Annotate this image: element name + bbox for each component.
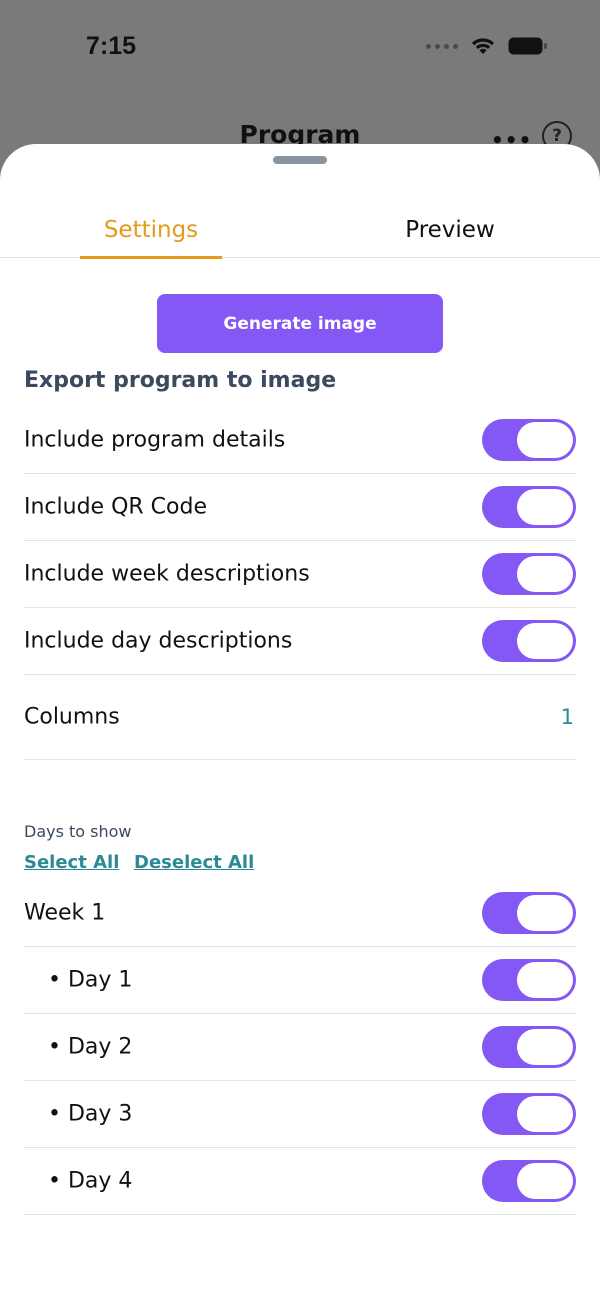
export-sheet: Settings Preview Generate image Export p…: [0, 144, 600, 1304]
sheet-grabber[interactable]: [273, 156, 327, 164]
tab-bar: Settings Preview: [0, 200, 600, 259]
option-label: Include day descriptions: [24, 628, 293, 654]
day-row-day-3: • Day 3: [24, 1081, 576, 1148]
option-row-program-details: Include program details: [24, 407, 576, 474]
toggle-day-4[interactable]: [482, 1160, 576, 1202]
day-row-day-2: • Day 2: [24, 1014, 576, 1081]
week-label: Week 1: [24, 900, 106, 926]
day-label: • Day 2: [48, 1034, 133, 1060]
cellular-dots-icon: [426, 43, 458, 49]
battery-icon: [508, 36, 548, 56]
toggle-qr-code[interactable]: [482, 486, 576, 528]
toggle-week-descriptions[interactable]: [482, 553, 576, 595]
toggle-day-2[interactable]: [482, 1026, 576, 1068]
toggle-week-1[interactable]: [482, 892, 576, 934]
select-all-link[interactable]: Select All: [24, 852, 119, 873]
toggle-day-1[interactable]: [482, 959, 576, 1001]
deselect-all-link[interactable]: Deselect All: [134, 852, 254, 873]
day-row-day-4: • Day 4: [24, 1148, 576, 1215]
toggle-day-3[interactable]: [482, 1093, 576, 1135]
option-label: Include QR Code: [24, 494, 207, 520]
tab-preview[interactable]: Preview: [390, 200, 510, 258]
status-time: 7:15: [86, 32, 137, 60]
columns-label: Columns: [24, 704, 120, 730]
option-row-day-descriptions: Include day descriptions: [24, 608, 576, 675]
columns-value[interactable]: 1: [561, 705, 574, 729]
day-label: • Day 4: [48, 1168, 133, 1194]
status-bar: 7:15: [0, 0, 600, 100]
toggle-program-details[interactable]: [482, 419, 576, 461]
option-label: Include program details: [24, 427, 286, 453]
option-row-week-descriptions: Include week descriptions: [24, 541, 576, 608]
days-caption: Days to show: [24, 822, 132, 841]
columns-row[interactable]: Columns 1: [24, 675, 576, 760]
day-row-day-1: • Day 1: [24, 947, 576, 1014]
day-label: • Day 3: [48, 1101, 133, 1127]
toggle-day-descriptions[interactable]: [482, 620, 576, 662]
generate-image-button[interactable]: Generate image: [157, 294, 443, 353]
wifi-icon: [470, 36, 496, 56]
status-icons: [426, 36, 548, 56]
option-row-qr-code: Include QR Code: [24, 474, 576, 541]
tab-settings[interactable]: Settings: [80, 200, 222, 259]
day-label: • Day 1: [48, 967, 133, 993]
section-title-export: Export program to image: [24, 368, 337, 393]
option-label: Include week descriptions: [24, 561, 310, 587]
day-row-week-1: Week 1: [24, 880, 576, 947]
